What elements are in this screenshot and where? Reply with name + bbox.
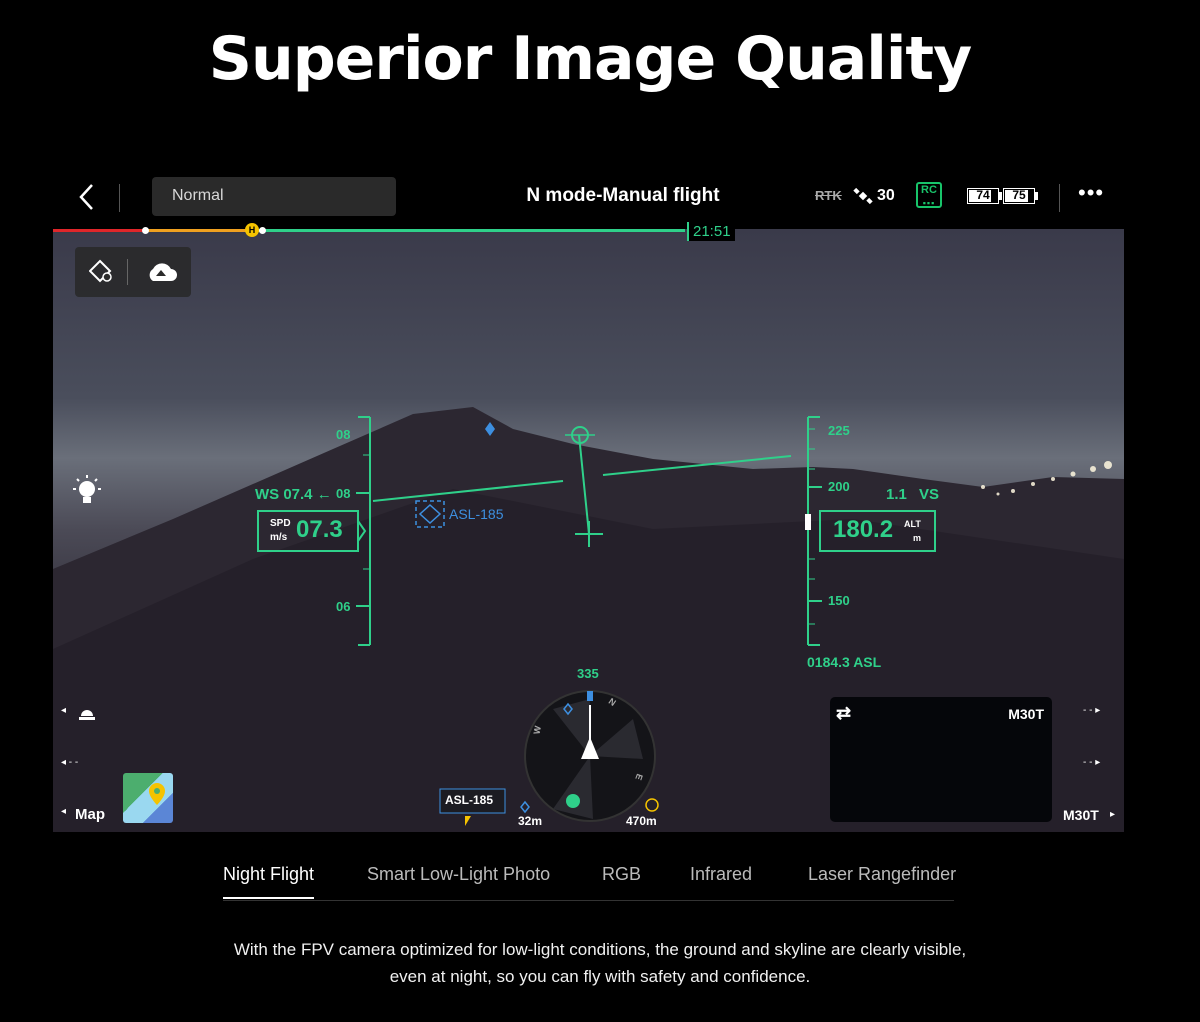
progress-marker: [142, 227, 149, 234]
battery-terminal: [1035, 192, 1038, 200]
divider: [127, 259, 128, 285]
tab-laser-rangefinder[interactable]: Laser Rangefinder: [808, 864, 956, 885]
battery-right[interactable]: 75: [1003, 188, 1035, 204]
speed-unit: m/s: [270, 532, 288, 543]
waypoint-vision-icon[interactable]: [89, 259, 115, 285]
tab-night-flight[interactable]: Night Flight: [223, 864, 314, 885]
asl-readout: 0184.3 ASL: [807, 654, 882, 670]
description-line-2: even at night, so you can fly with safet…: [389, 967, 811, 986]
battery-left[interactable]: 74: [967, 188, 999, 204]
altitude-label: ALT: [904, 519, 921, 529]
pip-camera-label: M30T: [1008, 706, 1044, 722]
bottom-asl-label: ASL-185: [445, 793, 494, 807]
expand-left-icon[interactable]: ◂: [61, 705, 66, 716]
map-expand-icon[interactable]: ◂: [61, 806, 66, 817]
altitude-value: 180.2: [833, 516, 894, 543]
vertical-speed-label: VS: [919, 486, 940, 503]
compass-west: W: [531, 724, 543, 736]
divider: [1059, 184, 1060, 212]
speed-label: SPD: [270, 518, 291, 529]
wind-speed: WS 07.4 ←: [255, 486, 332, 503]
battery-left-value: 74: [976, 188, 990, 202]
light-bulb-icon[interactable]: [71, 475, 103, 507]
tab-infrared[interactable]: Infrared: [690, 864, 752, 885]
fpv-camera-view[interactable]: 08 WS 07.4 ← 08 06 SPD m/s 07.3 225 200 …: [53, 229, 1124, 832]
battery-connector: [999, 192, 1002, 200]
home-point-marker: H: [245, 223, 259, 237]
alt-tick-3: 150: [828, 593, 850, 608]
alt-tick-1: 225: [828, 423, 850, 438]
description-line-1: With the FPV camera optimized for low-li…: [233, 940, 967, 959]
rtk-status[interactable]: RTK: [815, 188, 842, 203]
cloud-upload-icon[interactable]: [145, 259, 177, 285]
camera-tool-panel: [75, 247, 191, 297]
distance-far: 470m: [626, 814, 657, 828]
tab-rgb[interactable]: RGB: [602, 864, 641, 885]
map-label[interactable]: Map: [75, 806, 105, 823]
rc-signal-badge[interactable]: RC ▪▪▪: [916, 182, 942, 208]
pip-camera-window[interactable]: ⇄ M30T: [830, 697, 1052, 822]
expand-right-icon-2[interactable]: - - ▸: [1083, 757, 1100, 768]
heading-value: 335: [577, 666, 599, 681]
divider: [119, 184, 120, 212]
page-title: Superior Image Quality: [208, 24, 972, 94]
rc-label: RC: [921, 184, 937, 196]
asl-marker-label: ASL-185: [449, 506, 504, 522]
beacon-icon[interactable]: [77, 702, 97, 722]
feature-description: With the FPV camera optimized for low-li…: [150, 936, 1050, 990]
progress-critical: [53, 229, 146, 232]
battery-right-value: 75: [1012, 188, 1026, 202]
expand-right-icon[interactable]: - - ▸: [1083, 705, 1100, 716]
signal-bars-icon: ▪▪▪: [922, 198, 936, 208]
expand-left-icon-2[interactable]: ◂ - -: [61, 757, 78, 768]
satellite-icon: [853, 187, 873, 205]
camera-switch-label[interactable]: M30T: [1063, 807, 1099, 823]
progress-marker: [259, 227, 266, 234]
progress-low: [146, 229, 259, 232]
vertical-speed-value: 1.1: [886, 486, 907, 503]
feature-tabs: Night Flight Smart Low-Light Photo RGB I…: [223, 860, 956, 901]
flight-top-bar: Normal N mode-Manual flight RTK 30 RC ▪▪…: [53, 170, 1124, 226]
chevron-left-icon[interactable]: [73, 182, 101, 212]
camera-switch-arrow-icon[interactable]: ▸: [1110, 809, 1115, 820]
active-tab-indicator: [223, 897, 314, 899]
flight-mode-select[interactable]: Normal: [152, 177, 396, 216]
flight-mode-title: N mode-Manual flight: [526, 185, 720, 206]
speed-value: 07.3: [296, 516, 343, 543]
speed-tick-2: 06: [336, 599, 351, 614]
map-pin-icon: [149, 783, 165, 805]
speed-top-tick: 08: [336, 427, 351, 442]
more-dots-icon[interactable]: •••: [1078, 180, 1104, 206]
tab-smart-low-light-photo[interactable]: Smart Low-Light Photo: [367, 864, 550, 885]
speed-tick-1: 08: [336, 486, 351, 501]
swap-icon[interactable]: ⇄: [836, 703, 851, 724]
altitude-unit: m: [913, 533, 922, 543]
flight-time-remaining: 21:51: [687, 222, 735, 241]
alt-tick-2: 200: [828, 479, 850, 494]
distance-near: 32m: [518, 814, 543, 828]
map-thumbnail[interactable]: [123, 773, 173, 823]
progress-remaining: [259, 229, 685, 232]
satellite-count: 30: [877, 187, 895, 204]
battery-progress-bar: H 21:51: [53, 221, 1124, 241]
